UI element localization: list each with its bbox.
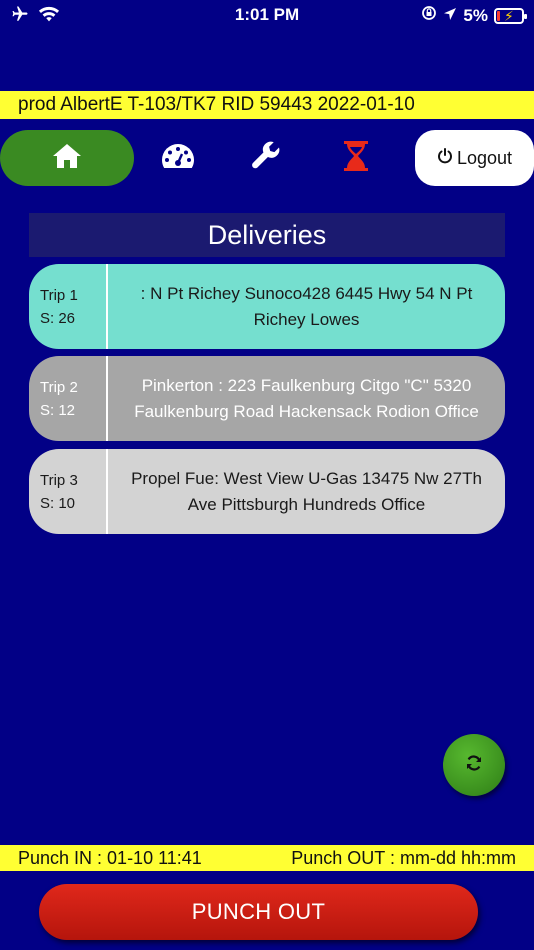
refresh-icon — [465, 754, 483, 777]
history-button[interactable] — [336, 138, 376, 178]
logout-button[interactable]: Logout — [415, 130, 534, 186]
trip-label: Trip 1 — [40, 286, 78, 304]
location-arrow-icon — [443, 6, 457, 26]
punch-out-button[interactable]: PUNCH OUT — [39, 884, 478, 940]
trip-stops: S: 10 — [40, 494, 76, 512]
dashboard-button[interactable] — [158, 138, 198, 178]
battery-charging-icon: ⚡ — [494, 7, 527, 24]
trip-address: Propel Fue: West View U-Gas 13475 Nw 27T… — [131, 468, 482, 514]
punch-out-text: Punch OUT : mm-dd hh:mm — [291, 848, 516, 868]
trip-address: : N Pt Richey Sunoco428 6445 Hwy 54 N Pt… — [140, 283, 473, 329]
hourglass-icon — [343, 140, 369, 177]
wrench-icon — [250, 140, 282, 177]
settings-button[interactable] — [246, 138, 286, 178]
trip-card[interactable]: Trip 2 S: 12 Pinkerton : 223 Faulkenburg… — [29, 356, 505, 441]
trip-label: Trip 3 — [40, 471, 78, 489]
trip-label: Trip 2 — [40, 378, 78, 396]
home-icon — [52, 143, 82, 174]
trip-meta: Trip 2 S: 12 — [29, 356, 108, 441]
trip-stops: S: 12 — [40, 401, 76, 419]
status-bar: 1:01 PM 5% ⚡ — [0, 0, 534, 30]
trip-meta: Trip 3 S: 10 — [29, 449, 108, 534]
rotation-lock-icon — [421, 5, 437, 26]
nav-bar: Logout — [0, 130, 534, 186]
punch-status-bar: Punch IN : 01-10 11:41 Punch OUT : mm-dd… — [0, 845, 534, 871]
deliveries-title: Deliveries — [29, 213, 505, 257]
logout-label: Logout — [456, 147, 513, 168]
trip-meta: Trip 1 S: 26 — [29, 264, 108, 349]
trip-address: Pinkerton : 223 Faulkenburg Citgo "C" 53… — [134, 375, 479, 421]
trip-stops: S: 26 — [40, 309, 76, 327]
battery-percent: 5% — [463, 5, 488, 25]
trip-card[interactable]: Trip 1 S: 26 : N Pt Richey Sunoco428 644… — [29, 264, 505, 349]
dashboard-gauge-icon — [161, 142, 195, 175]
home-button[interactable] — [0, 130, 134, 186]
trip-card[interactable]: Trip 3 S: 10 Propel Fue: West View U-Gas… — [29, 449, 505, 534]
refresh-button[interactable] — [443, 734, 505, 796]
route-info-bar: prod AlbertE T-103/TK7 RID 59443 2022-01… — [0, 91, 534, 119]
power-icon — [437, 147, 453, 169]
punch-in-text: Punch IN : 01-10 11:41 — [18, 848, 202, 868]
